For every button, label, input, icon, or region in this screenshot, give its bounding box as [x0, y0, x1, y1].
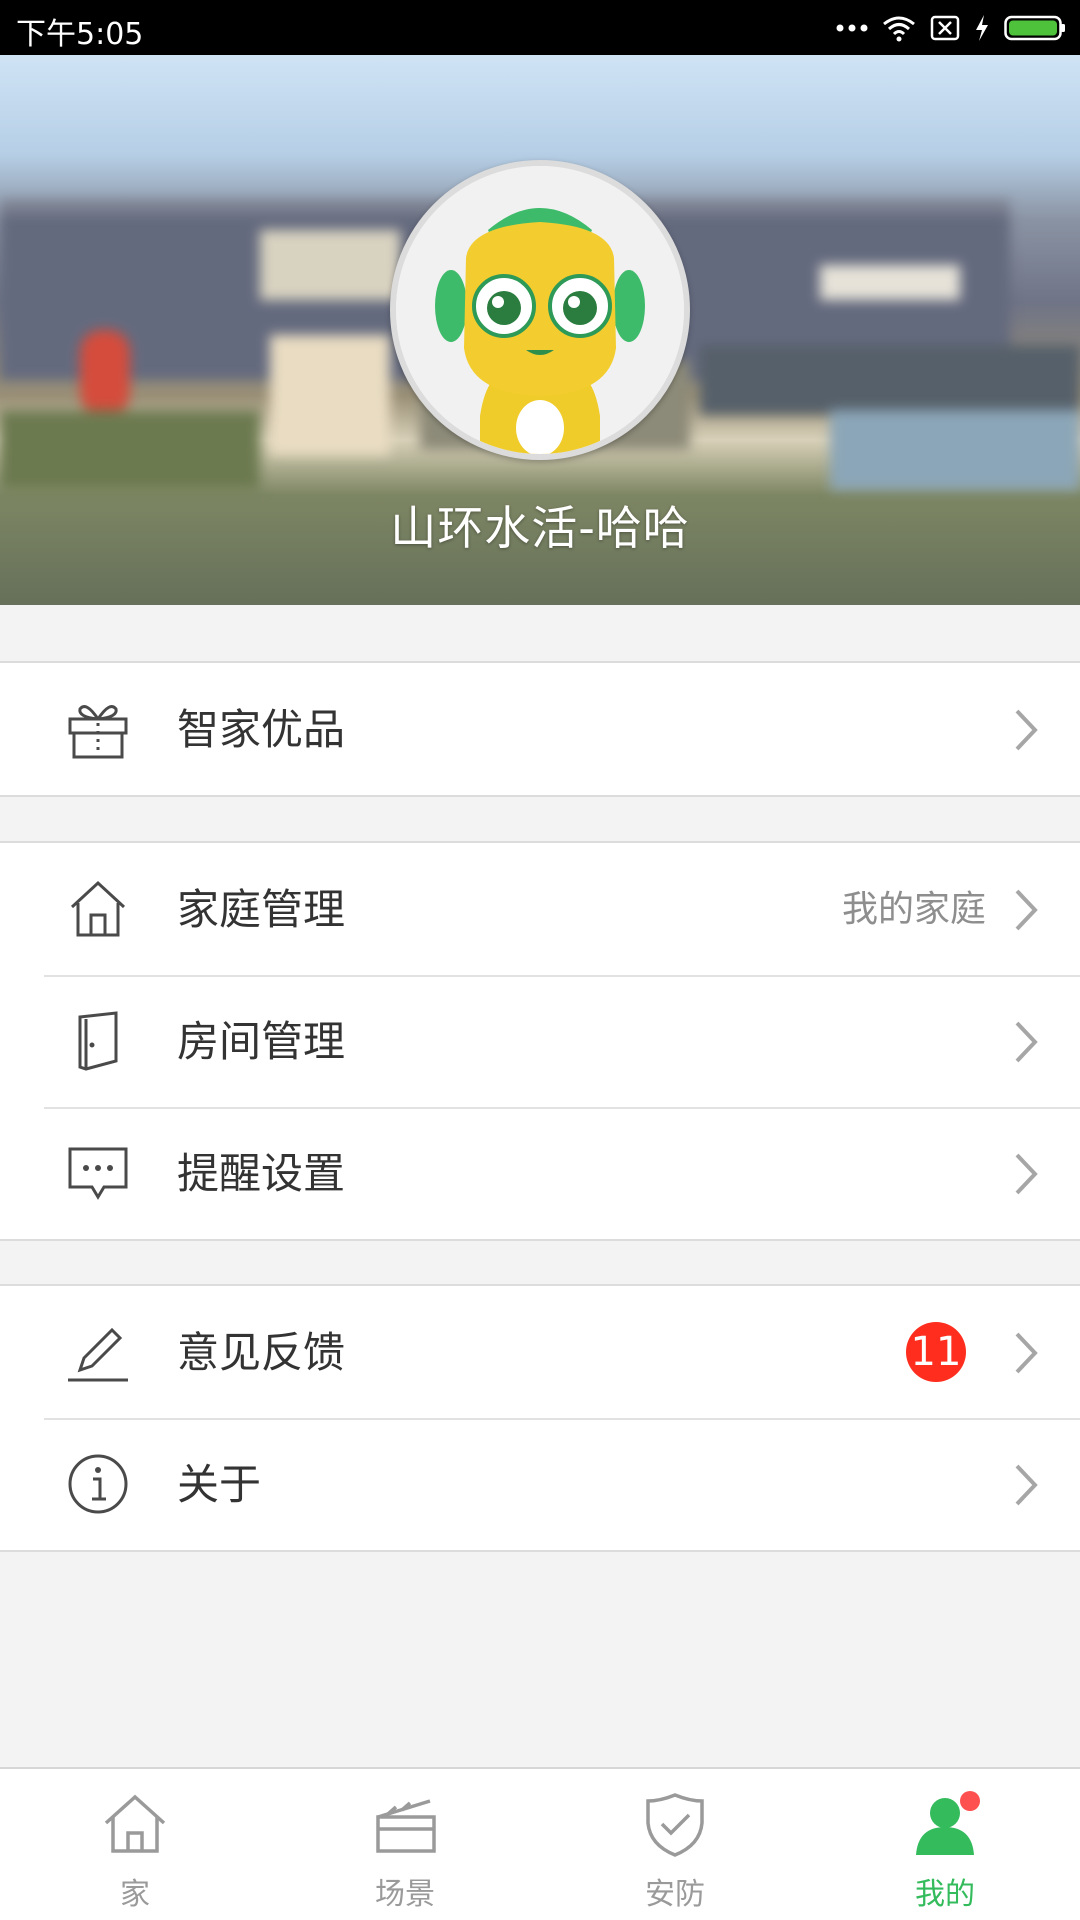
menu-item-label: 家庭管理 [177, 885, 346, 934]
menu-group-support: 意见反馈 11 关于 [0, 1284, 1080, 1552]
tab-security[interactable]: 安防 [540, 1769, 810, 1920]
home-icon [104, 1794, 166, 1853]
gift-icon [68, 705, 128, 759]
chevron-right-icon [1015, 1021, 1038, 1063]
tab-label: 我的 [915, 1877, 975, 1912]
status-time: 下午5:05 [16, 17, 144, 52]
menu-group-management: 家庭管理 我的家庭 房间管理 提醒设置 [0, 841, 1080, 1241]
message-icon [68, 1147, 128, 1200]
more-dots-icon [836, 24, 868, 32]
chevron-right-icon [1015, 709, 1038, 751]
tab-label: 家 [120, 1877, 150, 1912]
charging-icon [976, 15, 988, 41]
clapperboard-icon [376, 1799, 436, 1853]
chevron-right-icon [1015, 1332, 1038, 1374]
menu-item-about[interactable]: 关于 [0, 1418, 1080, 1550]
status-icons [836, 10, 1066, 46]
profile-header: 山环水活-哈哈 [0, 55, 1080, 605]
tab-mine[interactable]: 我的 [810, 1769, 1080, 1920]
info-icon [68, 1454, 128, 1514]
menu-item-smart-home-goods[interactable]: 智家优品 [0, 663, 1080, 795]
menu-group-shop: 智家优品 [0, 661, 1080, 797]
bottom-tab-bar: 家 场景 安防 我的 [0, 1767, 1080, 1920]
tab-label: 场景 [375, 1877, 435, 1912]
mascot-avatar-icon [396, 166, 684, 454]
menu-item-family-management[interactable]: 家庭管理 我的家庭 [0, 843, 1080, 975]
menu-item-label: 智家优品 [177, 705, 346, 754]
menu-item-value: 我的家庭 [841, 889, 986, 930]
tab-home[interactable]: 家 [0, 1769, 270, 1920]
chevron-right-icon [1015, 1464, 1038, 1506]
menu-item-label: 意见反馈 [177, 1328, 346, 1377]
username: 山环水活-哈哈 [390, 501, 690, 555]
chevron-right-icon [1015, 889, 1038, 931]
battery-icon [1004, 15, 1065, 41]
menu-item-room-management[interactable]: 房间管理 [0, 975, 1080, 1107]
tab-label: 安防 [645, 1877, 705, 1912]
menu-item-label: 房间管理 [177, 1017, 346, 1066]
tab-scenes[interactable]: 场景 [270, 1769, 540, 1920]
menu-item-label: 提醒设置 [177, 1149, 346, 1198]
notification-dot [960, 1791, 980, 1811]
menu-item-feedback[interactable]: 意见反馈 11 [0, 1286, 1080, 1418]
shield-icon [646, 1793, 704, 1857]
avatar[interactable] [390, 160, 690, 460]
menu-item-label: 关于 [177, 1460, 262, 1509]
house-icon [70, 880, 126, 937]
unread-badge: 11 [906, 1322, 966, 1382]
chevron-right-icon [1015, 1153, 1038, 1195]
status-bar: 下午5:05 [0, 0, 1080, 55]
no-sim-icon [930, 15, 960, 41]
wifi-icon [883, 16, 915, 42]
door-icon [78, 1011, 118, 1071]
pen-icon [68, 1327, 128, 1382]
menu-item-reminder-settings[interactable]: 提醒设置 [0, 1107, 1080, 1239]
